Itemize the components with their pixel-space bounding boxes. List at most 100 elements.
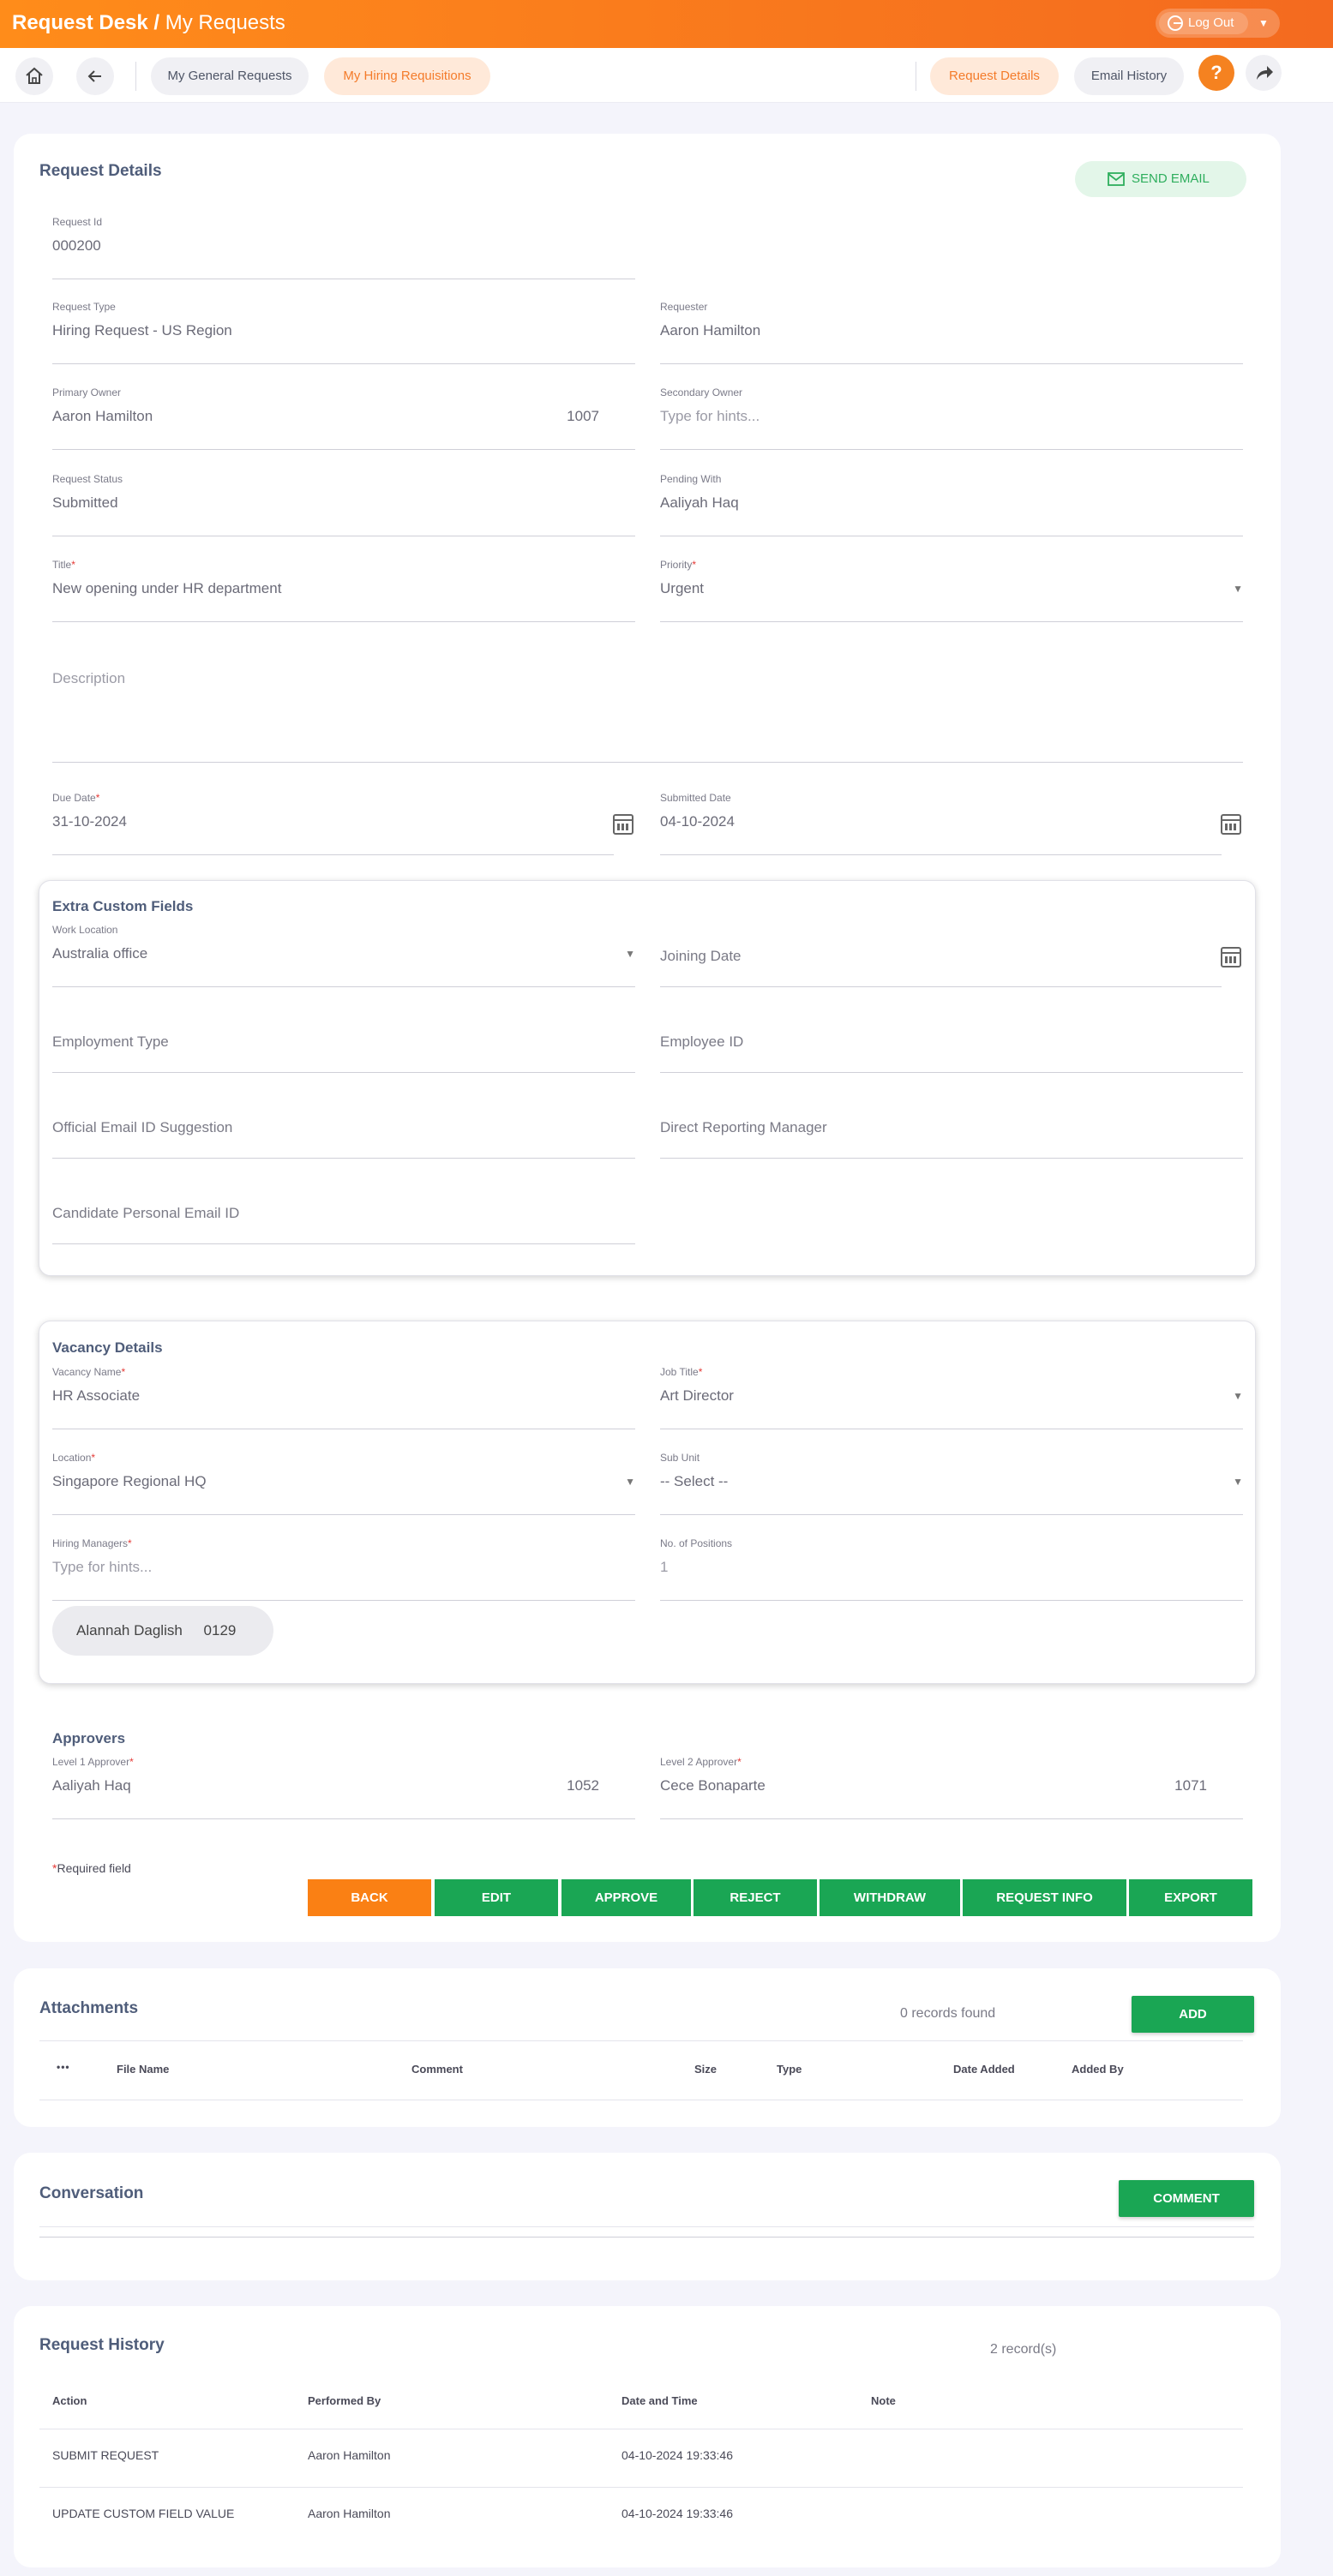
approver-id-badge: 1052: [567, 1777, 599, 1794]
chevron-down-icon[interactable]: ▼: [1253, 15, 1274, 32]
edit-button[interactable]: EDIT: [435, 1879, 558, 1916]
column-header: Action: [52, 2394, 87, 2407]
field-placeholder: Candidate Personal Email ID: [52, 1205, 240, 1221]
column-header: Date and Time: [621, 2394, 698, 2407]
reject-button[interactable]: REJECT: [694, 1879, 817, 1916]
description-field[interactable]: Description: [52, 653, 1243, 763]
history-performed-by: Aaron Hamilton: [308, 2448, 391, 2462]
submitted-date-field[interactable]: Submitted Date 04-10-2024: [660, 792, 1222, 855]
export-button[interactable]: EXPORT: [1129, 1879, 1252, 1916]
joining-date-field[interactable]: Joining Date: [660, 924, 1222, 987]
field-label: Request Id: [52, 216, 103, 228]
add-attachment-button[interactable]: ADD: [1132, 1996, 1254, 2033]
employment-type-field[interactable]: Employment Type: [52, 1009, 635, 1073]
comment-button[interactable]: COMMENT: [1119, 2180, 1254, 2217]
back-arrow-button[interactable]: [76, 57, 114, 95]
sub-unit-select[interactable]: Sub Unit -- Select -- ▼: [660, 1452, 1243, 1515]
field-value: Aaliyah Haq: [52, 1777, 131, 1794]
field-label: Pending With: [660, 473, 722, 485]
help-button[interactable]: ?: [1198, 55, 1234, 91]
tab-email-history[interactable]: Email History: [1074, 57, 1184, 95]
field-value: HR Associate: [52, 1387, 141, 1404]
job-title-select[interactable]: Job Title* Art Director ▼: [660, 1366, 1243, 1429]
column-header: Date Added: [953, 2063, 1015, 2076]
field-label: Request Status: [52, 473, 123, 485]
field-value: Submitted: [52, 494, 118, 511]
history-date-time: 04-10-2024 19:33:46: [621, 2507, 733, 2520]
more-options-icon[interactable]: •••: [57, 2061, 70, 2073]
field-placeholder: Employment Type: [52, 1033, 169, 1050]
column-header: Type: [777, 2063, 802, 2076]
divider: [135, 62, 136, 91]
field-label: No. of Positions: [660, 1537, 733, 1549]
level1-approver-field[interactable]: Level 1 Approver* Aaliyah Haq 1052: [52, 1756, 635, 1819]
official-email-field[interactable]: Official Email ID Suggestion: [52, 1095, 635, 1159]
request-id-field[interactable]: Request Id 000200: [52, 216, 635, 279]
personal-email-field[interactable]: Candidate Personal Email ID: [52, 1181, 635, 1244]
column-header: Note: [871, 2394, 896, 2407]
tab-my-general-requests[interactable]: My General Requests: [151, 57, 309, 95]
field-label: Level 2 Approver*: [660, 1756, 742, 1768]
request-type-field[interactable]: Request Type Hiring Request - US Region: [52, 301, 635, 364]
request-history-card: [14, 2306, 1281, 2567]
conversation-title: Conversation: [39, 2184, 144, 2202]
primary-owner-field[interactable]: Primary Owner Aaron Hamilton 1007: [52, 386, 635, 450]
due-date-field[interactable]: Due Date* 31-10-2024: [52, 792, 614, 855]
work-location-select[interactable]: Work Location Australia office ▼: [52, 924, 635, 987]
title-field[interactable]: Title* New opening under HR department: [52, 559, 635, 622]
column-header: Size: [694, 2063, 718, 2076]
app-title: Request Desk / My Requests: [12, 11, 285, 34]
field-label: Primary Owner: [52, 386, 122, 398]
field-value: -- Select --: [660, 1473, 729, 1489]
secondary-owner-field[interactable]: Secondary Owner Type for hints...: [660, 386, 1243, 450]
field-label: Due Date*: [52, 792, 100, 804]
field-label: Work Location: [52, 924, 118, 936]
column-header: Performed By: [308, 2394, 381, 2407]
caret-down-icon: ▼: [625, 1476, 635, 1488]
tab-my-hiring-requisitions[interactable]: My Hiring Requisitions: [324, 57, 490, 95]
withdraw-button[interactable]: WITHDRAW: [820, 1879, 960, 1916]
attachments-title: Attachments: [39, 1999, 139, 2017]
nav-bar: My General Requests My Hiring Requisitio…: [0, 48, 1333, 103]
column-header: Comment: [411, 2063, 463, 2076]
approver-id-badge: 1071: [1174, 1777, 1207, 1794]
history-date-time: 04-10-2024 19:33:46: [621, 2448, 733, 2462]
arrow-left-icon: [87, 70, 101, 82]
send-email-button[interactable]: SEND EMAIL: [1075, 161, 1246, 197]
field-placeholder: Direct Reporting Manager: [660, 1119, 827, 1135]
location-select[interactable]: Location* Singapore Regional HQ ▼: [52, 1452, 635, 1515]
home-button[interactable]: [15, 57, 53, 95]
level2-approver-field[interactable]: Level 2 Approver* Cece Bonaparte 1071: [660, 1756, 1243, 1819]
chip-name: Alannah Daglish: [76, 1622, 183, 1638]
field-value: Hiring Request - US Region: [52, 322, 232, 338]
hiring-managers-input[interactable]: Hiring Managers* Type for hints...: [52, 1537, 635, 1601]
field-label: Requester: [660, 301, 708, 313]
back-button[interactable]: BACK: [308, 1879, 431, 1916]
employee-id-field[interactable]: Employee ID: [660, 1009, 1243, 1073]
pending-with-field[interactable]: Pending With Aaliyah Haq: [660, 473, 1243, 536]
attachments-card: [14, 1968, 1281, 2127]
field-value: Urgent: [660, 580, 705, 596]
priority-select[interactable]: Priority* Urgent ▼: [660, 559, 1243, 622]
request-info-button[interactable]: REQUEST INFO: [963, 1879, 1126, 1916]
vacancy-name-field[interactable]: Vacancy Name* HR Associate: [52, 1366, 635, 1429]
calendar-icon[interactable]: [1221, 814, 1241, 835]
field-placeholder: Type for hints...: [52, 1559, 153, 1575]
request-status-field[interactable]: Request Status Submitted: [52, 473, 635, 536]
logout-button[interactable]: Log Out: [1159, 12, 1248, 34]
requester-field[interactable]: Requester Aaron Hamilton: [660, 301, 1243, 364]
direct-manager-field[interactable]: Direct Reporting Manager: [660, 1095, 1243, 1159]
calendar-icon[interactable]: [1221, 947, 1241, 967]
share-button[interactable]: [1246, 55, 1282, 91]
field-label: Title*: [52, 559, 75, 571]
home-icon: [26, 67, 43, 84]
hiring-manager-chip[interactable]: Alannah Daglish 0129: [52, 1606, 273, 1656]
logout-group: Log Out ▼: [1156, 9, 1280, 38]
positions-field[interactable]: No. of Positions 1: [660, 1537, 1243, 1601]
help-icon: ?: [1210, 62, 1222, 83]
field-label: Secondary Owner: [660, 386, 743, 398]
chip-id: 0129: [203, 1622, 237, 1638]
tab-request-details[interactable]: Request Details: [930, 57, 1059, 95]
calendar-icon[interactable]: [613, 814, 633, 835]
approve-button[interactable]: APPROVE: [561, 1879, 691, 1916]
